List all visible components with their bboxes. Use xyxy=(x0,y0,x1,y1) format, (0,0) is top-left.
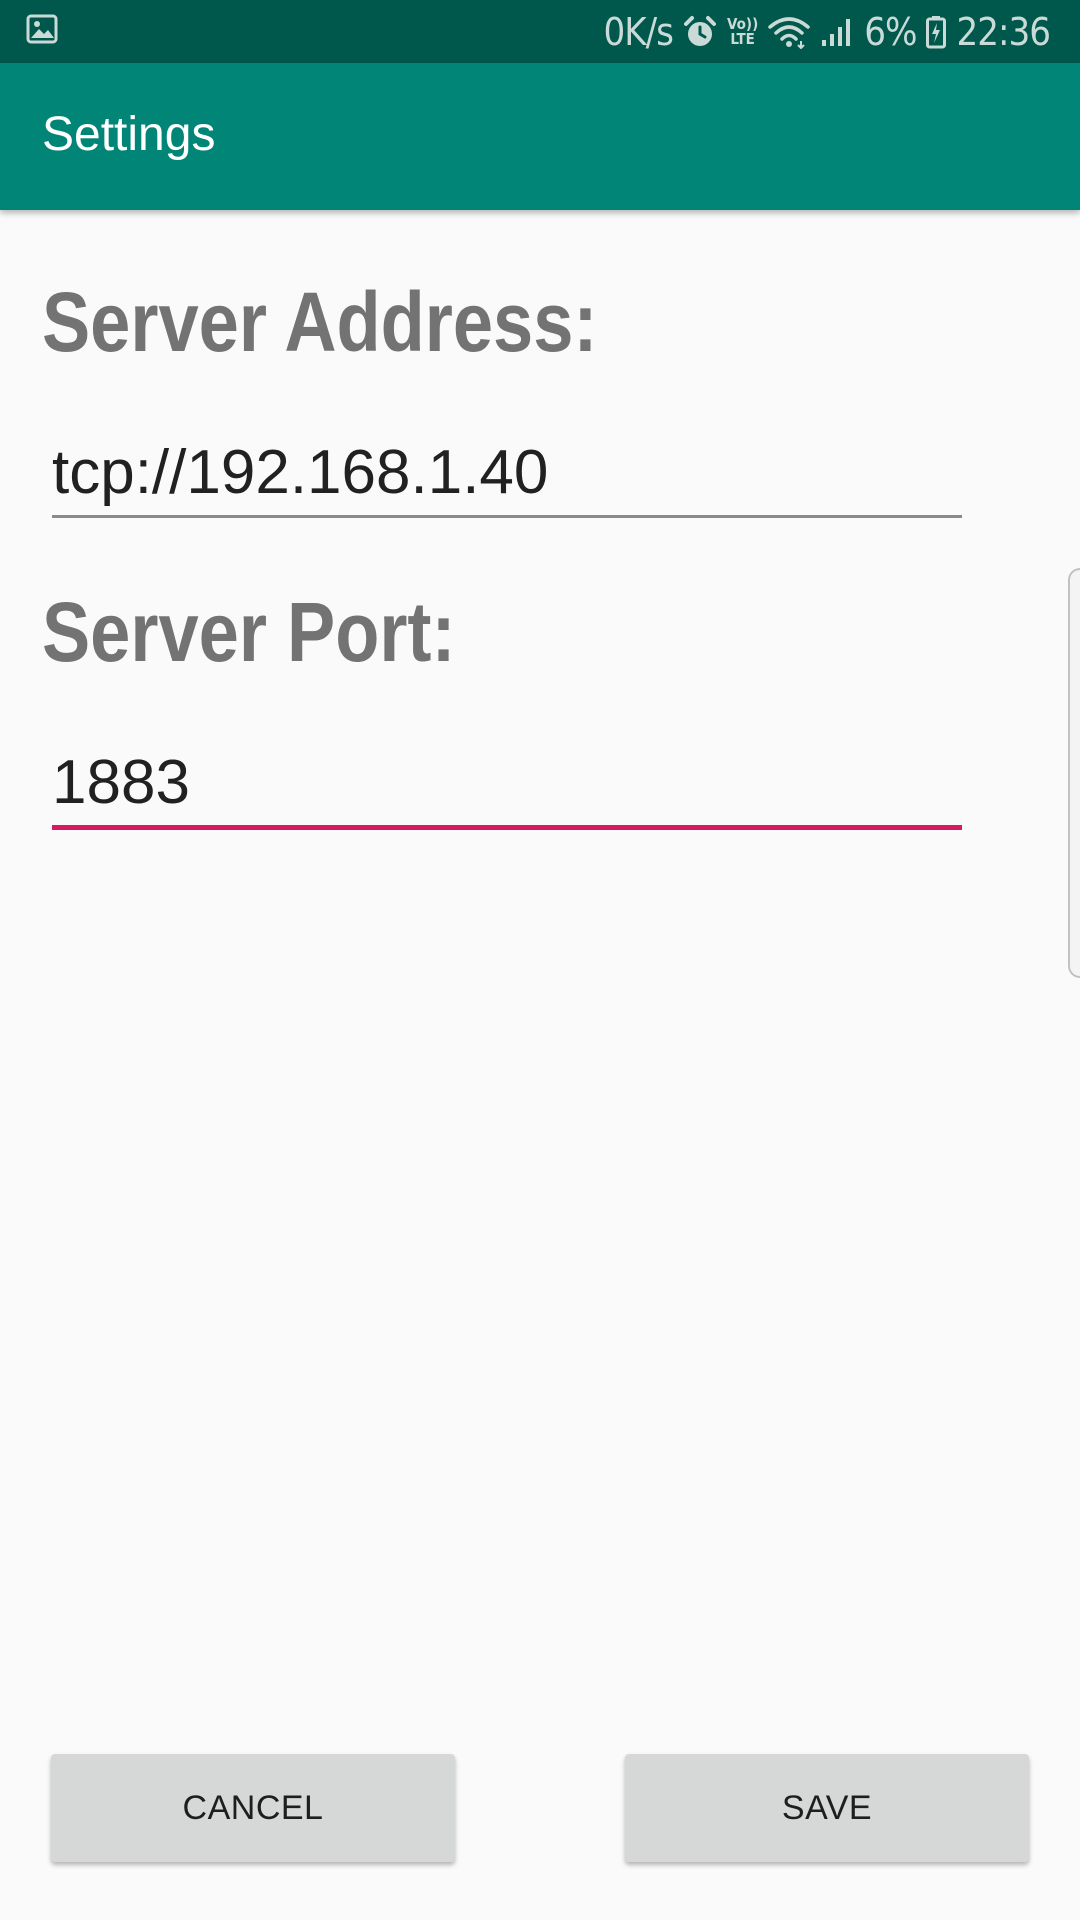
net-speed: 0K/s xyxy=(603,9,674,54)
status-icons: 0K/s Vo)) LTE 6% 22:36 xyxy=(604,0,1051,63)
server-address-field-container xyxy=(52,432,962,518)
server-port-label: Server Port: xyxy=(42,585,456,679)
battery-charging-icon xyxy=(926,15,947,49)
edge-panel-handle[interactable] xyxy=(1068,568,1080,978)
server-address-label: Server Address: xyxy=(42,275,598,369)
page-title: Settings xyxy=(42,108,216,161)
status-bar: 0K/s Vo)) LTE 6% 22:36 xyxy=(0,0,1080,63)
alarm-icon xyxy=(683,15,717,49)
battery-percent: 6% xyxy=(864,9,917,54)
server-port-input[interactable] xyxy=(52,742,962,822)
app-bar: Settings xyxy=(0,63,1080,210)
cancel-button[interactable]: CANCEL xyxy=(51,1754,455,1862)
signal-icon xyxy=(820,16,854,48)
server-address-input[interactable] xyxy=(52,432,962,512)
server-port-field-container xyxy=(52,742,962,830)
save-button[interactable]: SAVE xyxy=(625,1754,1029,1862)
volte-icon: Vo)) LTE xyxy=(727,14,759,48)
clock-time: 22:36 xyxy=(956,9,1051,54)
wifi-icon xyxy=(768,15,810,49)
image-icon xyxy=(26,14,58,49)
